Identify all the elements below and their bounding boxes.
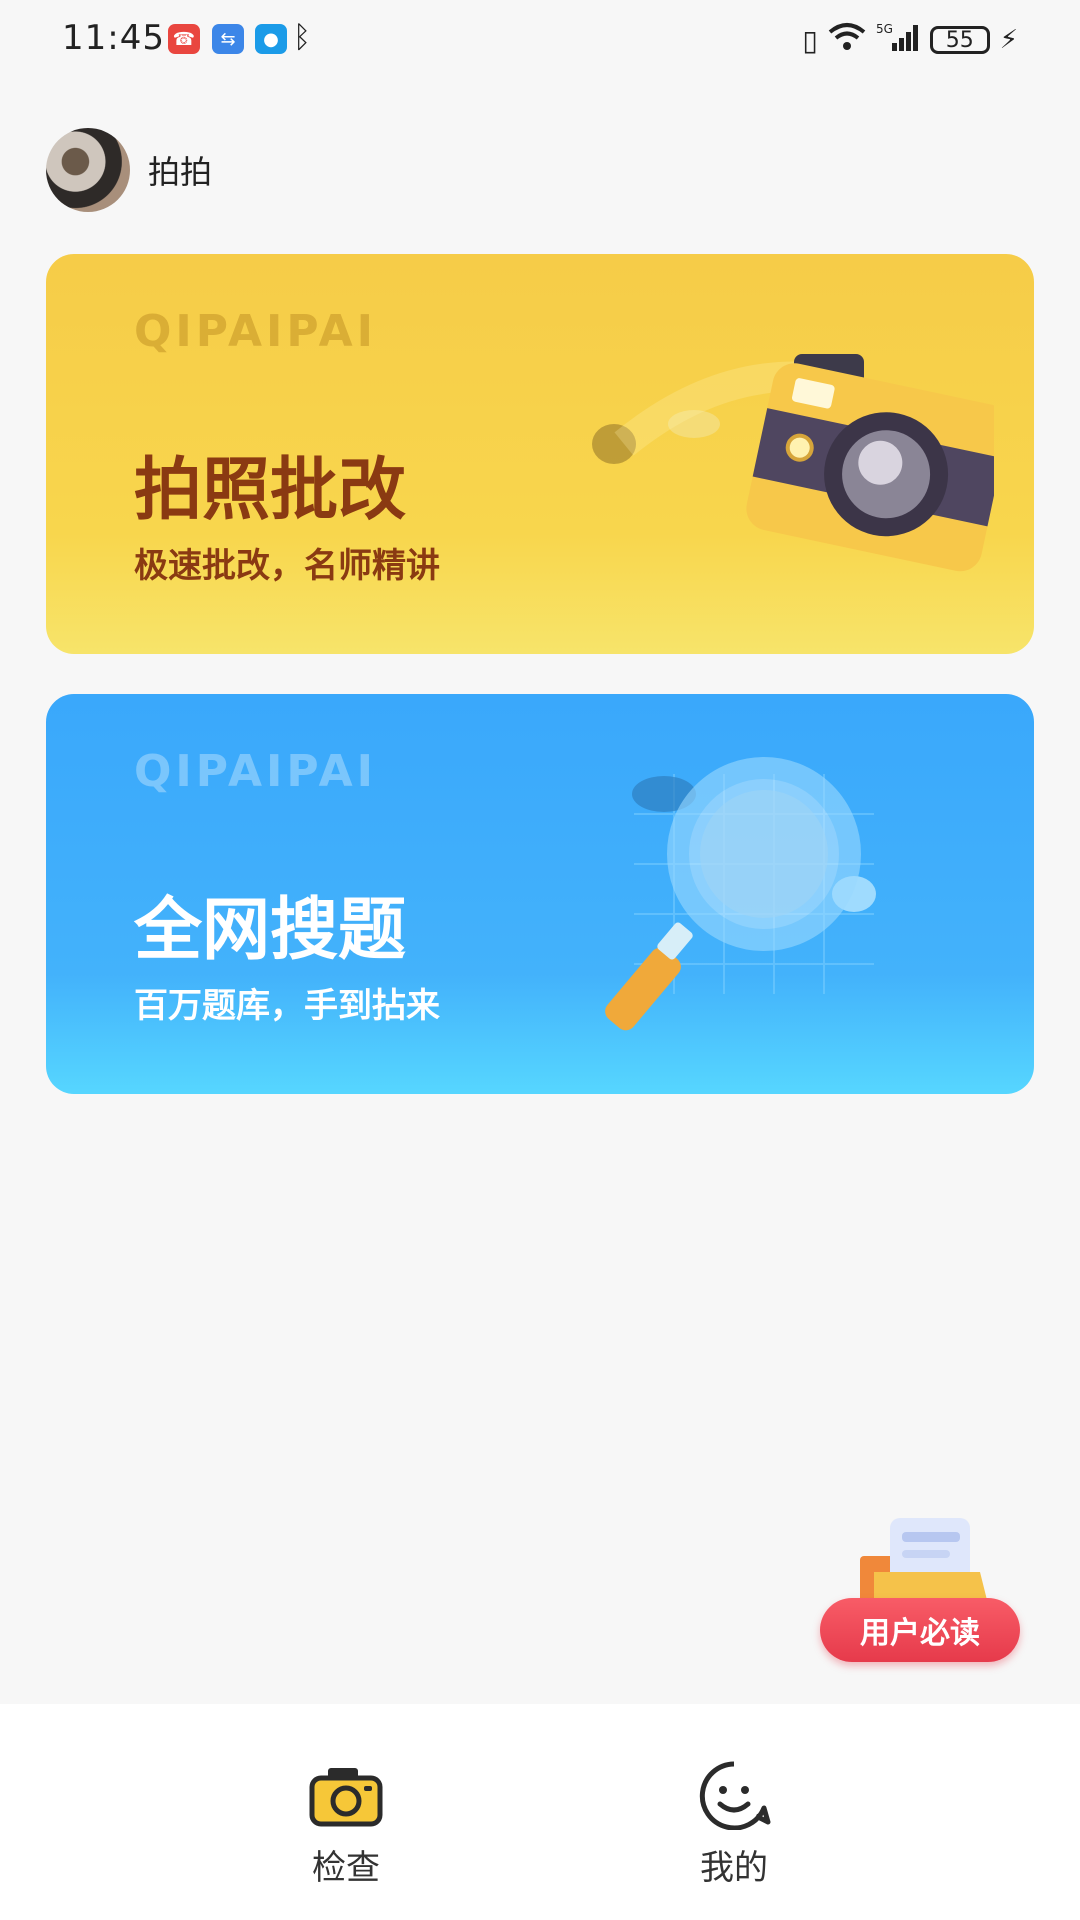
card-subtitle: 百万题库，手到拈来	[134, 986, 440, 1026]
avatar[interactable]	[46, 128, 130, 212]
battery-icon: 55	[929, 26, 990, 54]
smiley-icon	[699, 1761, 771, 1830]
user-must-read-label: 用户必读	[820, 1598, 1020, 1662]
question-search-card[interactable]: QIPAIPAI 全网搜题 百万题库，手到拈来	[46, 694, 1034, 1094]
tab-check[interactable]: 检查	[276, 1760, 416, 1900]
photo-correction-card[interactable]: QIPAIPAI 拍照批改 极速批改，名师精讲	[46, 254, 1034, 654]
magnifier-icon	[605, 757, 876, 1031]
status-time: 11:45	[62, 18, 165, 58]
charging-icon: ⚡	[999, 25, 1018, 55]
signal-label: 5G	[876, 22, 893, 36]
bluetooth-icon: ᛒ	[293, 20, 311, 55]
battery-level: 55	[945, 27, 974, 53]
5g-signal-icon: 5G	[876, 21, 920, 60]
tab-label: 我的	[700, 1848, 768, 1888]
user-profile[interactable]: 拍拍	[46, 128, 212, 212]
system-icons: ▯ 5G 55 ⚡	[802, 18, 1018, 62]
status-bar: 11:45 ☎ ⇆ ● ᛒ ▯ 5G 55 ⚡	[0, 0, 1080, 80]
card-title: 全网搜题	[134, 891, 407, 970]
user-name: 拍拍	[148, 153, 213, 191]
card-subtitle: 极速批改，名师精讲	[134, 546, 440, 586]
card-watermark: QIPAIPAI	[134, 746, 378, 797]
camera-icon	[592, 354, 994, 572]
bottom-navigation: 检查 我的	[0, 1704, 1080, 1920]
user-must-read-button[interactable]: 用户必读	[820, 1516, 1020, 1666]
missed-call-icon: ☎	[168, 24, 200, 54]
card-title: 拍照批改	[134, 451, 407, 530]
card-watermark: QIPAIPAI	[134, 306, 378, 357]
usb-icon: ⇆	[212, 24, 244, 54]
tab-mine[interactable]: 我的	[664, 1760, 804, 1900]
wifi-icon	[828, 22, 866, 59]
vibrate-icon: ▯	[802, 23, 818, 57]
camera-icon	[309, 1768, 383, 1827]
message-icon: ●	[255, 24, 287, 54]
tab-label: 检查	[312, 1848, 380, 1888]
